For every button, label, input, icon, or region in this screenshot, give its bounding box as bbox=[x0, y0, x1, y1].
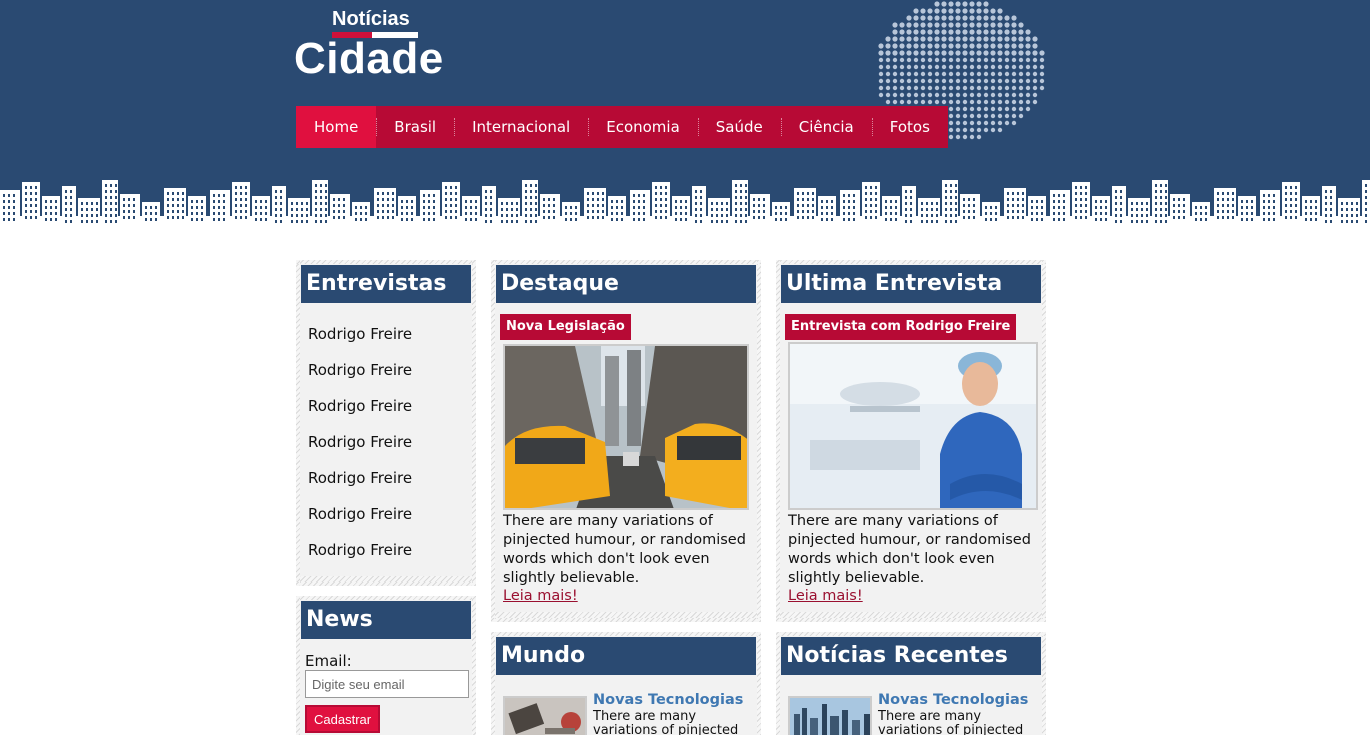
ultima-entrevista-title: Ultima Entrevista bbox=[781, 265, 1041, 303]
site-header: Notícias Cidade Home Brasil Internaciona… bbox=[0, 0, 1370, 230]
subscribe-button[interactable]: Cadastrar bbox=[305, 705, 381, 733]
destaque-tag[interactable]: Nova Legislação bbox=[500, 314, 631, 340]
noticias-recentes-panel: Notícias Recentes Novas Tecnologias Ther… bbox=[776, 632, 1046, 735]
ultima-entrevista-tag[interactable]: Entrevista com Rodrigo Freire bbox=[785, 314, 1017, 340]
news-panel: News Email: Cadastrar bbox=[296, 596, 476, 735]
nav-saude[interactable]: Saúde bbox=[697, 106, 781, 148]
entrevista-item[interactable]: Rodrigo Freire bbox=[308, 356, 412, 392]
entrevista-item[interactable]: Rodrigo Freire bbox=[308, 428, 412, 464]
mundo-panel: Mundo Novas Tecnologias There are many v… bbox=[491, 632, 761, 735]
entrevista-item[interactable]: Rodrigo Freire bbox=[308, 536, 412, 572]
nav-fotos[interactable]: Fotos bbox=[871, 106, 948, 148]
ultima-entrevista-text: There are many variations of pinjected h… bbox=[788, 513, 1031, 586]
entrevista-item[interactable]: Rodrigo Freire bbox=[308, 464, 412, 500]
email-input[interactable] bbox=[305, 670, 469, 698]
entrevistas-list: Rodrigo Freire Rodrigo Freire Rodrigo Fr… bbox=[308, 320, 412, 572]
entrevista-item[interactable]: Rodrigo Freire bbox=[308, 500, 412, 536]
destaque-title: Destaque bbox=[496, 265, 756, 303]
nav-brasil[interactable]: Brasil bbox=[376, 106, 454, 148]
destaque-text: There are many variations of pinjected h… bbox=[503, 513, 746, 586]
nav-internacional[interactable]: Internacional bbox=[454, 106, 588, 148]
nav-home[interactable]: Home bbox=[296, 106, 377, 148]
mundo-item-text: There are many variations of pinjected bbox=[593, 709, 739, 735]
site-logo[interactable]: Notícias Cidade bbox=[294, 6, 454, 86]
nav-ciencia[interactable]: Ciência bbox=[780, 106, 872, 148]
recentes-item-title[interactable]: Novas Tecnologias bbox=[878, 692, 1028, 708]
city-skyline-decoration bbox=[0, 180, 1370, 230]
recentes-item-text: There are many variations of pinjected bbox=[878, 709, 1024, 735]
logo-subtitle: Notícias bbox=[332, 8, 410, 30]
mundo-item-title[interactable]: Novas Tecnologias bbox=[593, 692, 743, 708]
entrevista-item[interactable]: Rodrigo Freire bbox=[308, 320, 412, 356]
mundo-thumbnail[interactable] bbox=[503, 696, 587, 735]
entrevista-item[interactable]: Rodrigo Freire bbox=[308, 392, 412, 428]
logo-title: Cidade bbox=[294, 34, 444, 83]
entrevistas-title: Entrevistas bbox=[301, 265, 471, 303]
destaque-read-more-link[interactable]: Leia mais! bbox=[503, 588, 578, 604]
ultima-entrevista-panel: Ultima Entrevista Entrevista com Rodrigo… bbox=[776, 260, 1046, 622]
recentes-thumbnail[interactable] bbox=[788, 696, 872, 735]
noticias-recentes-title: Notícias Recentes bbox=[781, 637, 1041, 675]
main-nav: Home Brasil Internacional Economia Saúde… bbox=[296, 106, 948, 148]
destaque-panel: Destaque Nova Legislação There are many … bbox=[491, 260, 761, 622]
nav-economia[interactable]: Economia bbox=[588, 106, 698, 148]
ultima-entrevista-read-more-link[interactable]: Leia mais! bbox=[788, 588, 863, 604]
entrevistas-panel: Entrevistas Rodrigo Freire Rodrigo Freir… bbox=[296, 260, 476, 586]
news-title: News bbox=[301, 601, 471, 639]
doctor-photo[interactable] bbox=[788, 342, 1038, 510]
email-label: Email: bbox=[305, 652, 352, 670]
taxi-street-photo[interactable] bbox=[503, 344, 749, 510]
mundo-title: Mundo bbox=[496, 637, 756, 675]
